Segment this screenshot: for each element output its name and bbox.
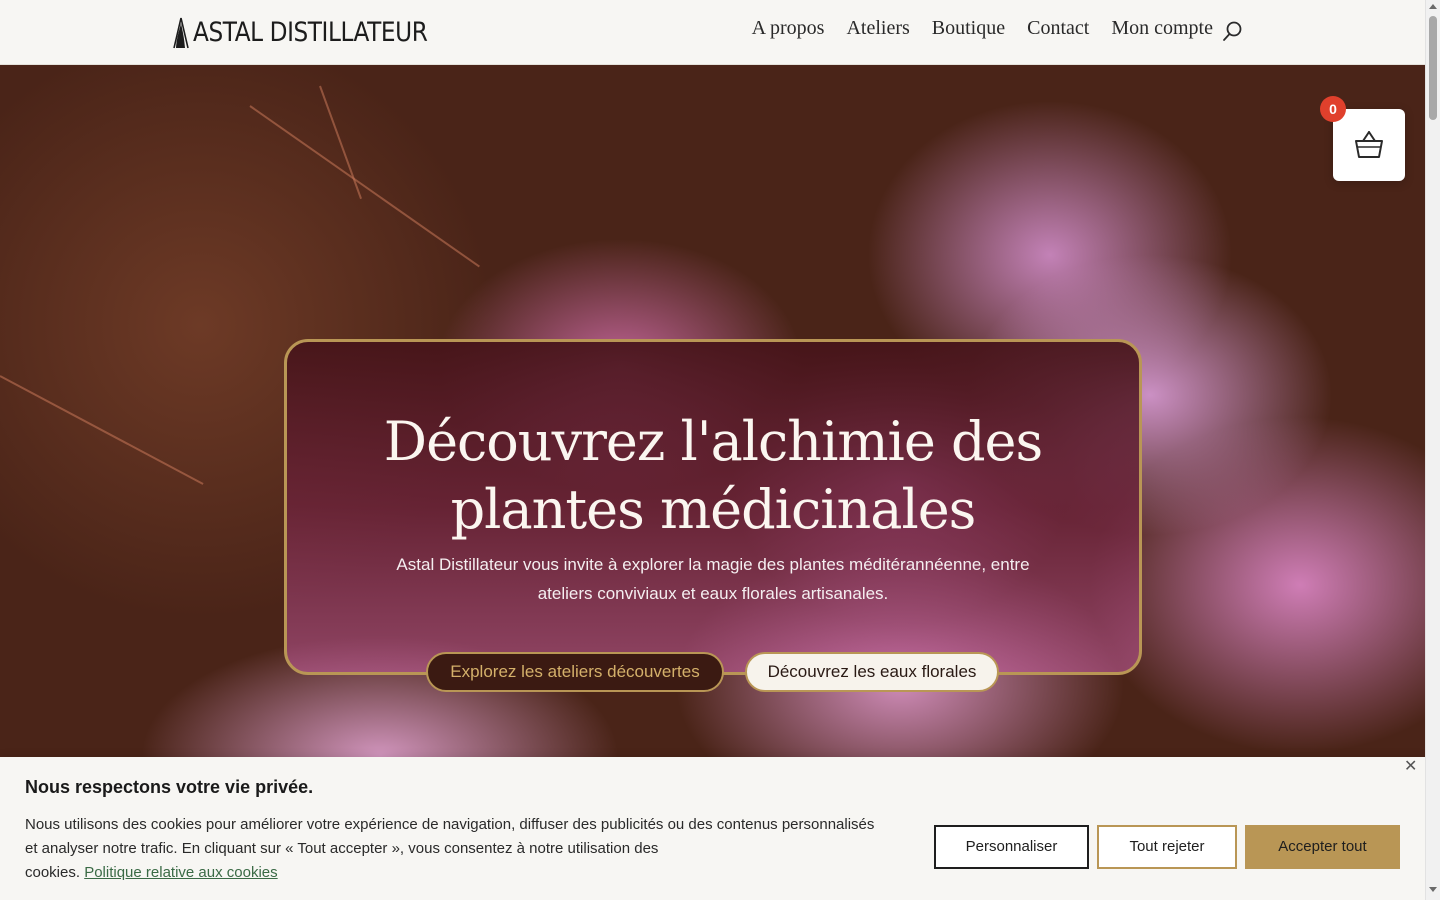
- nav-item-contact[interactable]: Contact: [1027, 17, 1089, 40]
- cart-button[interactable]: [1333, 109, 1405, 181]
- cookie-text-end: cookies.: [25, 864, 81, 881]
- cookie-text: Nous utilisons des cookies pour améliore…: [25, 813, 925, 885]
- site-header: ASTAL DISTILLATEUR A propos Ateliers Bou…: [0, 0, 1425, 65]
- page-scrollbar[interactable]: [1425, 0, 1440, 900]
- cookie-policy-link[interactable]: Politique relative aux cookies: [84, 864, 277, 881]
- nav-item-boutique[interactable]: Boutique: [932, 17, 1005, 40]
- hero-subtitle-line: Astal Distillateur vous invite à explore…: [396, 555, 1030, 574]
- explore-workshops-button[interactable]: Explorez les ateliers découvertes: [426, 652, 724, 692]
- hero-subtitle-line: ateliers conviviaux et eaux florales art…: [537, 584, 889, 603]
- logo-text: ASTAL DISTILLATEUR: [193, 16, 428, 48]
- reject-all-button[interactable]: Tout rejeter: [1097, 825, 1237, 869]
- hero-subtitle: Astal Distillateur vous invite à explore…: [367, 550, 1059, 608]
- site-logo[interactable]: ASTAL DISTILLATEUR: [171, 14, 466, 50]
- hero-title: Découvrez l'alchimie des plantes médicin…: [287, 408, 1139, 544]
- cookie-title: Nous respectons votre vie privée.: [25, 777, 314, 797]
- search-icon[interactable]: [1222, 20, 1244, 42]
- nav-item-ateliers[interactable]: Ateliers: [846, 17, 909, 40]
- marble-vein: [0, 375, 204, 485]
- nav-item-a-propos[interactable]: A propos: [752, 17, 825, 40]
- hero-title-line: plantes médicinales: [450, 478, 977, 541]
- cookie-banner: ✕ Nous respectons votre vie privée. Nous…: [0, 757, 1425, 900]
- basket-icon: [1355, 131, 1383, 158]
- scroll-thumb[interactable]: [1429, 16, 1437, 120]
- hero-card: Découvrez l'alchimie des plantes médicin…: [284, 339, 1142, 675]
- logo-mark-icon: [173, 17, 189, 49]
- customize-button[interactable]: Personnaliser: [934, 825, 1089, 869]
- cookie-text-line: Nous utilisons des cookies pour améliore…: [25, 816, 875, 833]
- scroll-down-icon[interactable]: [1429, 887, 1437, 892]
- discover-floral-waters-button[interactable]: Découvrez les eaux florales: [745, 652, 999, 692]
- main-nav: A propos Ateliers Boutique Contact Mon c…: [752, 17, 1213, 40]
- cookie-text-line: cookies. Politique relative aux cookies: [25, 861, 925, 885]
- close-icon[interactable]: ✕: [1404, 759, 1417, 775]
- scroll-up-icon[interactable]: [1429, 4, 1437, 9]
- cookie-text-line: et analyser notre trafic. En cliquant su…: [25, 840, 659, 857]
- marble-vein: [319, 85, 362, 200]
- cart-count-badge: 0: [1320, 96, 1346, 122]
- hero-title-line: Découvrez l'alchimie des: [383, 410, 1043, 473]
- accept-all-button[interactable]: Accepter tout: [1245, 825, 1400, 869]
- marble-vein: [249, 105, 480, 268]
- nav-item-mon-compte[interactable]: Mon compte: [1111, 17, 1213, 40]
